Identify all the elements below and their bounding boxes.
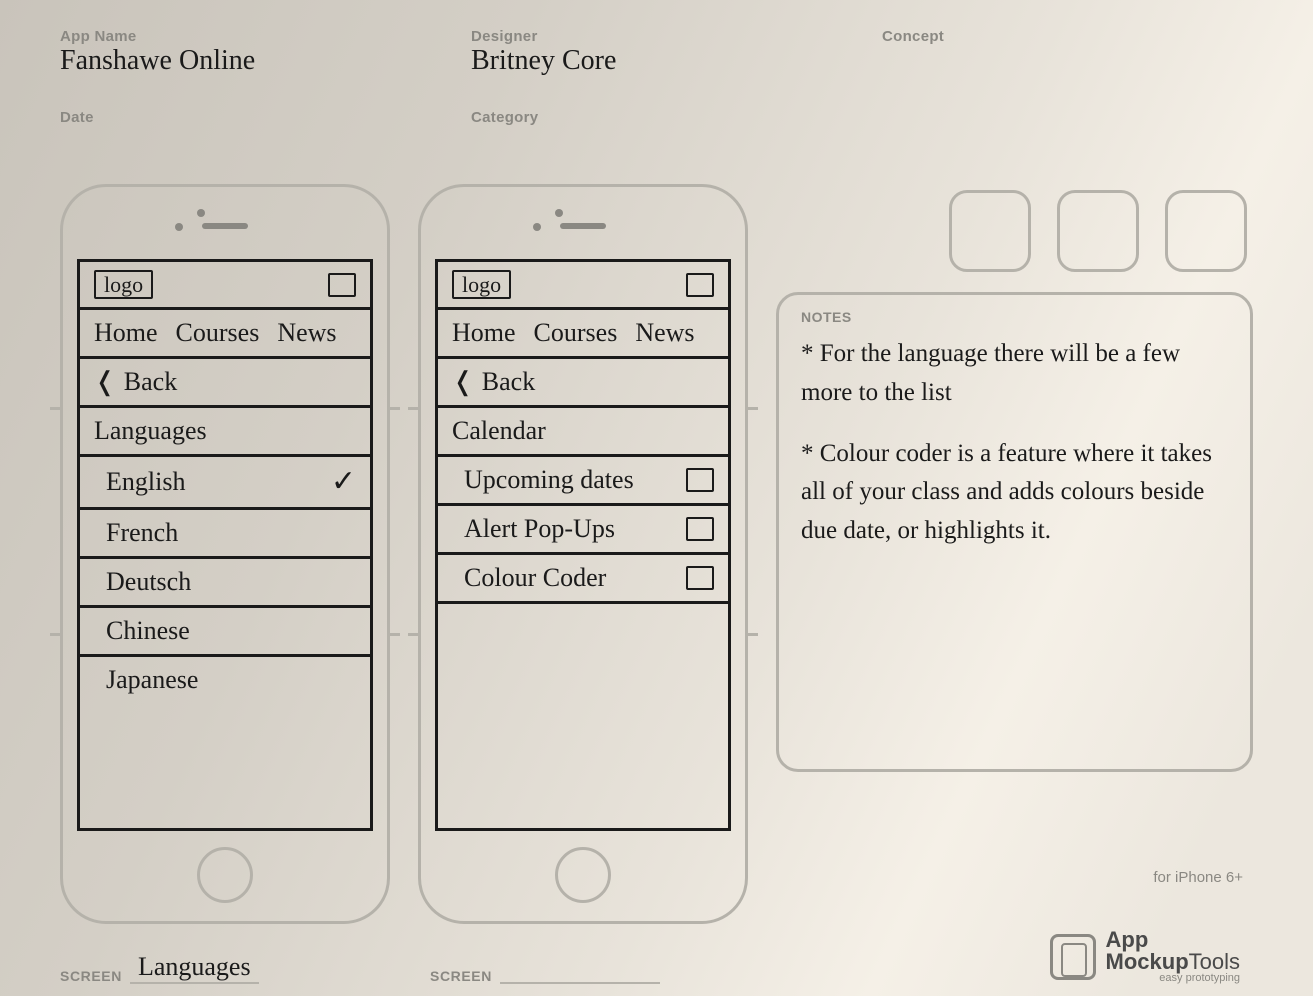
tab-home[interactable]: Home: [94, 318, 158, 348]
back-label: Back: [124, 367, 177, 397]
tab-courses[interactable]: Courses: [534, 318, 618, 348]
back-button[interactable]: ❬ Back: [80, 359, 370, 408]
language-item-japanese[interactable]: Japanese: [80, 657, 370, 703]
speaker-icon: [560, 223, 606, 229]
title-text: Calendar: [452, 416, 546, 446]
language-item-deutsch[interactable]: Deutsch: [80, 559, 370, 608]
brand-line2: MockupTools: [1106, 951, 1240, 973]
back-label: Back: [482, 367, 535, 397]
checkbox-icon[interactable]: [686, 566, 714, 590]
side-tick-icon: [390, 407, 400, 410]
language-label: French: [106, 518, 178, 548]
app-icon-placeholder[interactable]: [949, 190, 1031, 272]
logo-placeholder[interactable]: logo: [94, 270, 153, 299]
value-designer[interactable]: Britney Core: [471, 47, 842, 81]
nav-tabs: Home Courses News: [80, 310, 370, 359]
value-app-name[interactable]: Fanshawe Online: [60, 47, 431, 81]
option-label: Alert Pop-Ups: [464, 514, 615, 544]
side-tick-icon: [408, 407, 418, 410]
value-category[interactable]: [471, 128, 842, 162]
header-row-1: App Name Fanshawe Online Designer Britne…: [60, 28, 1253, 81]
option-upcoming-dates[interactable]: Upcoming dates: [438, 457, 728, 506]
label-date: Date: [60, 109, 431, 126]
language-item-english[interactable]: English ✓: [80, 457, 370, 511]
notes-heading: NOTES: [801, 309, 1228, 325]
brand-logo: App MockupTools easy prototyping: [1050, 929, 1240, 984]
side-tick-icon: [390, 633, 400, 636]
back-button[interactable]: ❬ Back: [438, 359, 728, 408]
label-category: Category: [471, 109, 842, 126]
language-item-french[interactable]: French: [80, 510, 370, 559]
language-item-chinese[interactable]: Chinese: [80, 608, 370, 657]
sensor-dot-icon: [197, 209, 205, 217]
screen-label: SCREEN: [430, 968, 492, 984]
home-button[interactable]: [555, 847, 611, 903]
side-tick-icon: [50, 633, 60, 636]
phone-mockup-2: logo Home Courses News ❬ Back Calendar U…: [418, 184, 748, 924]
value-concept[interactable]: [882, 47, 1253, 81]
option-alert-popups[interactable]: Alert Pop-Ups: [438, 506, 728, 555]
sensor-dot-icon: [555, 209, 563, 217]
checkbox-icon[interactable]: [686, 517, 714, 541]
camera-dot-icon: [175, 223, 183, 231]
title-text: Languages: [94, 416, 207, 446]
speaker-icon: [202, 223, 248, 229]
side-tick-icon: [748, 633, 758, 636]
label-app-name: App Name: [60, 28, 431, 45]
menu-icon[interactable]: [686, 273, 714, 297]
language-label: Chinese: [106, 616, 190, 646]
header-bar: logo: [80, 262, 370, 310]
main-area: logo Home Courses News ❬ Back Languages …: [60, 184, 1253, 924]
note-item: * Colour coder is a feature where it tak…: [801, 435, 1228, 551]
footer: SCREEN Languages SCREEN App MockupTools …: [60, 929, 1260, 984]
brand-icon: [1050, 934, 1096, 980]
screen-name-1[interactable]: Languages: [130, 952, 259, 984]
screen-name-2[interactable]: [500, 982, 660, 984]
worksheet: App Name Fanshawe Online Designer Britne…: [0, 0, 1313, 996]
phone-mockup-1: logo Home Courses News ❬ Back Languages …: [60, 184, 390, 924]
value-date[interactable]: [60, 128, 431, 162]
section-title: Calendar: [438, 408, 728, 457]
brand-line1: App: [1106, 929, 1240, 951]
header-bar: logo: [438, 262, 728, 310]
tab-news[interactable]: News: [277, 318, 336, 348]
option-label: Colour Coder: [464, 563, 606, 593]
check-icon: ✓: [331, 465, 356, 500]
label-designer: Designer: [471, 28, 842, 45]
option-colour-coder[interactable]: Colour Coder: [438, 555, 728, 604]
for-iphone-label: for iPhone 6+: [1153, 869, 1243, 886]
brand-tagline: easy prototyping: [1106, 973, 1240, 984]
side-tick-icon: [748, 407, 758, 410]
header-row-2: Date Category: [60, 109, 1253, 162]
language-label: Deutsch: [106, 567, 191, 597]
label-concept: Concept: [882, 28, 1253, 45]
phone2-screen: logo Home Courses News ❬ Back Calendar U…: [435, 259, 731, 831]
phone1-screen: logo Home Courses News ❬ Back Languages …: [77, 259, 373, 831]
side-tick-icon: [408, 633, 418, 636]
language-label: English: [106, 467, 185, 497]
section-title: Languages: [80, 408, 370, 457]
right-column: NOTES * For the language there will be a…: [776, 184, 1253, 772]
home-button[interactable]: [197, 847, 253, 903]
app-icon-row: [776, 190, 1247, 272]
chevron-left-icon: ❬: [94, 367, 116, 397]
app-icon-placeholder[interactable]: [1165, 190, 1247, 272]
menu-icon[interactable]: [328, 273, 356, 297]
logo-placeholder[interactable]: logo: [452, 270, 511, 299]
app-icon-placeholder[interactable]: [1057, 190, 1139, 272]
screen-label: SCREEN: [60, 968, 122, 984]
tab-courses[interactable]: Courses: [176, 318, 260, 348]
nav-tabs: Home Courses News: [438, 310, 728, 359]
tab-news[interactable]: News: [635, 318, 694, 348]
notes-panel: NOTES * For the language there will be a…: [776, 292, 1253, 772]
checkbox-icon[interactable]: [686, 468, 714, 492]
chevron-left-icon: ❬: [452, 367, 474, 397]
note-item: * For the language there will be a few m…: [801, 335, 1228, 413]
side-tick-icon: [50, 407, 60, 410]
option-label: Upcoming dates: [464, 465, 634, 495]
camera-dot-icon: [533, 223, 541, 231]
language-label: Japanese: [106, 665, 198, 695]
tab-home[interactable]: Home: [452, 318, 516, 348]
